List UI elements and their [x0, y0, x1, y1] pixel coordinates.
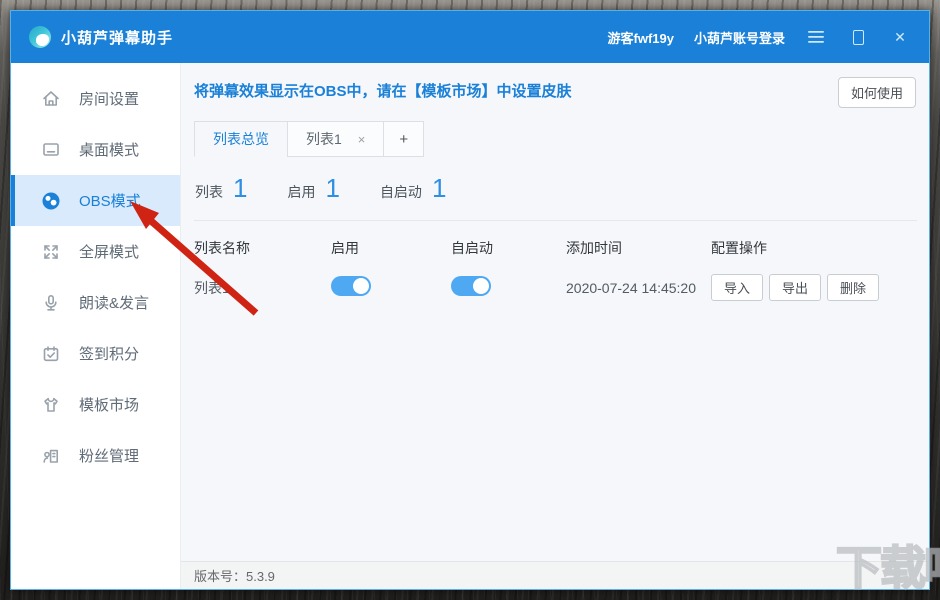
fans-icon: [41, 446, 61, 466]
sidebar-item-fullscreen-mode[interactable]: 全屏模式: [11, 226, 180, 277]
col-header-autostart: 自启动: [451, 238, 566, 258]
microphone-icon: [41, 293, 61, 313]
stat-label: 列表: [195, 182, 223, 202]
app-title: 小葫芦弹幕助手: [61, 27, 173, 48]
checkin-calendar-icon: [41, 344, 61, 364]
sidebar-item-label: 朗读&发言: [79, 292, 149, 313]
stat-enabled-count: 启用 1: [287, 173, 339, 204]
sidebar-item-label: 房间设置: [79, 88, 139, 109]
stat-value: 1: [233, 173, 247, 204]
stats-row: 列表 1 启用 1 自启动 1: [195, 173, 929, 204]
account-login-link[interactable]: 小葫芦账号登录: [694, 28, 785, 47]
sidebar-item-label: 全屏模式: [79, 241, 139, 262]
plus-icon: +: [399, 131, 408, 148]
tab-close-icon[interactable]: ×: [358, 132, 366, 147]
tab-label: 列表1: [306, 129, 342, 149]
tshirt-icon: [41, 395, 61, 415]
sidebar-item-label: 桌面模式: [79, 139, 139, 160]
sidebar-item-tts-speech[interactable]: 朗读&发言: [11, 277, 180, 328]
main-content: 将弹幕效果显示在OBS中，请在【模板市场】中设置皮肤 如何使用 列表总览 列表1…: [181, 63, 929, 589]
col-header-actions: 配置操作: [711, 238, 917, 258]
tab-list1[interactable]: 列表1 ×: [287, 121, 384, 157]
sidebar: 房间设置 桌面模式 OBS模式 全屏模式: [11, 63, 181, 589]
list-name: 列表1: [194, 278, 331, 298]
table-header: 列表名称 启用 自启动 添加时间 配置操作: [181, 238, 929, 258]
stat-value: 1: [325, 173, 339, 204]
titlebar: 小葫芦弹幕助手 游客fwf19y 小葫芦账号登录 ✕: [11, 11, 929, 63]
import-button[interactable]: 导入: [711, 274, 763, 301]
close-icon[interactable]: ✕: [889, 26, 911, 48]
obs-notice-text: 将弹幕效果显示在OBS中，请在【模板市场】中设置皮肤: [194, 77, 572, 101]
minimize-icon[interactable]: [847, 26, 869, 48]
desktop-icon: [41, 140, 61, 160]
guest-username: 游客fwf19y: [608, 28, 674, 47]
sidebar-item-room-settings[interactable]: 房间设置: [11, 73, 180, 124]
tab-list-overview[interactable]: 列表总览: [194, 121, 288, 157]
tab-label: 列表总览: [213, 129, 269, 149]
sidebar-item-desktop-mode[interactable]: 桌面模式: [11, 124, 180, 175]
add-tab-button[interactable]: +: [383, 121, 424, 157]
version-label: 版本号：5.3.9: [194, 566, 275, 585]
app-logo-icon: [29, 26, 51, 48]
fullscreen-icon: [41, 242, 61, 262]
delete-button[interactable]: 删除: [827, 274, 879, 301]
sidebar-item-label: 粉丝管理: [79, 445, 139, 466]
sidebar-item-label: OBS模式: [79, 190, 141, 211]
stat-value: 1: [432, 173, 446, 204]
stat-label: 启用: [287, 182, 315, 202]
menu-icon[interactable]: [805, 26, 827, 48]
table-row: 列表1 2020-07-24 14:45:20 导入 导出 删除: [181, 274, 929, 301]
sidebar-item-template-market[interactable]: 模板市场: [11, 379, 180, 430]
sidebar-item-fans-management[interactable]: 粉丝管理: [11, 430, 180, 481]
export-button[interactable]: 导出: [769, 274, 821, 301]
stat-list-count: 列表 1: [195, 173, 247, 204]
added-time: 2020-07-24 14:45:20: [566, 280, 711, 296]
obs-icon: [41, 191, 61, 211]
list-tabs: 列表总览 列表1 × +: [194, 121, 929, 157]
autostart-toggle[interactable]: [451, 276, 491, 296]
sidebar-item-checkin-points[interactable]: 签到积分: [11, 328, 180, 379]
sidebar-item-obs-mode[interactable]: OBS模式: [11, 175, 180, 226]
stat-autostart-count: 自启动 1: [380, 173, 446, 204]
enable-toggle[interactable]: [331, 276, 371, 296]
how-to-use-button[interactable]: 如何使用: [838, 77, 916, 108]
col-header-added-time: 添加时间: [566, 238, 711, 258]
col-header-name: 列表名称: [194, 238, 331, 258]
sidebar-item-label: 签到积分: [79, 343, 139, 364]
section-divider: [194, 220, 917, 221]
stat-label: 自启动: [380, 182, 422, 202]
home-icon: [41, 89, 61, 109]
status-bar: 版本号：5.3.9: [181, 561, 929, 589]
col-header-enable: 启用: [331, 238, 451, 258]
app-window: 小葫芦弹幕助手 游客fwf19y 小葫芦账号登录 ✕ 房间设置: [10, 10, 930, 590]
sidebar-item-label: 模板市场: [79, 394, 139, 415]
